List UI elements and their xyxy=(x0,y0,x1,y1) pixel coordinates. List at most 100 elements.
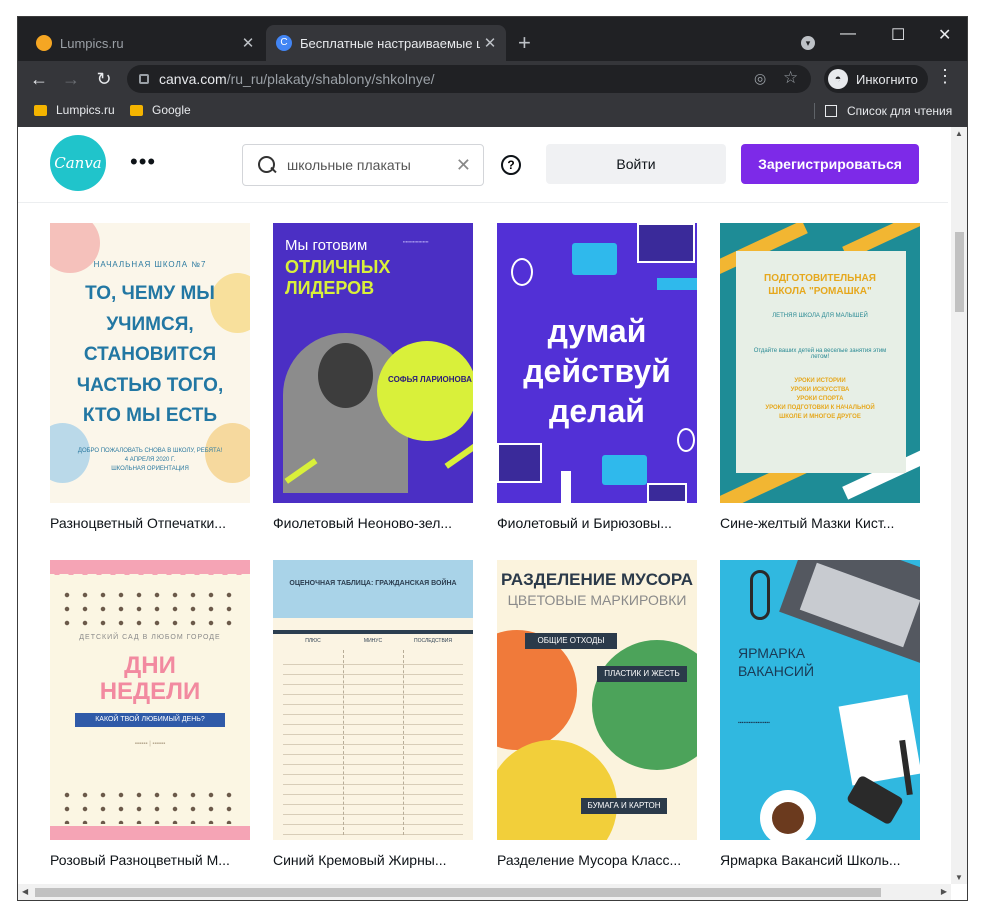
template-title[interactable]: Ярмарка Вакансий Школь... xyxy=(720,852,920,868)
poster-text: ЛЕТНЯЯ ШКОЛА ДЛЯ МАЛЫШЕЙ xyxy=(772,313,868,319)
clear-search-icon[interactable]: ✕ xyxy=(456,155,471,176)
signup-button[interactable]: Зарегистрироваться xyxy=(741,144,919,184)
lightbulb-icon xyxy=(677,428,695,452)
back-icon[interactable]: ← xyxy=(26,66,52,92)
folder-icon xyxy=(34,104,47,116)
tab-canva[interactable]: C Бесплатные настраиваемые ша ✕ xyxy=(266,25,506,61)
template-card[interactable]: ОЦЕНОЧНАЯ ТАБЛИЦА: ГРАЖДАНСКАЯ ВОЙНА ПЛЮ… xyxy=(273,560,473,868)
template-title[interactable]: Сине-желтый Мазки Кист... xyxy=(720,515,920,531)
scroll-left-icon[interactable]: ◀ xyxy=(22,887,28,896)
template-thumbnail[interactable]: НАЧАЛЬНАЯ ШКОЛА №7 ТО, ЧЕМУ МЫ УЧИМСЯ, С… xyxy=(50,223,250,503)
glasses-icon xyxy=(750,570,770,620)
tracking-protection-icon[interactable]: ◎ xyxy=(754,70,766,87)
scroll-down-icon[interactable]: ▼ xyxy=(955,873,963,882)
scrollbar-thumb[interactable] xyxy=(955,232,964,312)
bookmark-google[interactable]: Google xyxy=(130,103,191,117)
maximize-icon[interactable]: ☐ xyxy=(891,25,905,45)
template-title[interactable]: Розовый Разноцветный М... xyxy=(50,852,250,868)
help-icon[interactable]: ? xyxy=(501,155,521,175)
poster-text: ПОДГОТОВИТЕЛЬНАЯ xyxy=(764,273,876,284)
close-window-icon[interactable]: ✕ xyxy=(938,25,951,45)
poster-small-text: ▪▪▪▪▪▪▪▪▪▪▪▪▪▪▪▪▪▪ xyxy=(738,720,770,726)
info-panel xyxy=(736,251,906,473)
poster-text: Мы готовим xyxy=(285,237,368,254)
canva-favicon-icon: C xyxy=(276,35,292,51)
vertical-scrollbar[interactable]: ▲ ▼ xyxy=(951,127,967,884)
url-domain: canva.com xyxy=(159,71,227,87)
confetti-dots xyxy=(58,588,242,628)
minimize-icon[interactable]: — xyxy=(840,25,856,43)
poster-text: действуй xyxy=(523,353,671,389)
bookmarks-bar: Lumpics.ru Google Список для чтения xyxy=(18,97,967,127)
template-title[interactable]: Фиолетовый и Бирюзовы... xyxy=(497,515,697,531)
template-card[interactable]: ДЕТСКИЙ САД В ЛЮБОМ ГОРОДЕ ДНИ НЕДЕЛИ КА… xyxy=(50,560,250,868)
header-band xyxy=(273,560,473,618)
poster-text: ШКОЛА "РОМАШКА" xyxy=(768,286,872,297)
template-title[interactable]: Синий Кремовый Жирны... xyxy=(273,852,473,868)
tab-search-icon[interactable]: ▾ xyxy=(801,36,815,50)
horizontal-scrollbar[interactable]: ◀ ▶ xyxy=(18,884,951,900)
poster-text: БУМАГА И КАРТОН xyxy=(581,798,667,814)
poster-text: УРОКИ ИСКУССТВА xyxy=(790,387,850,393)
close-tab-icon[interactable]: ✕ xyxy=(238,34,258,52)
poster-text: ПОСЛЕДСТВИЯ xyxy=(414,638,452,644)
tab-lumpics[interactable]: Lumpics.ru ✕ xyxy=(26,25,264,61)
chat-bubble-icon xyxy=(602,455,647,485)
reload-icon[interactable]: ↻ xyxy=(91,66,117,92)
browser-toolbar: ← → ↻ canva.com /ru_ru/plakaty/shablony/… xyxy=(18,61,967,97)
reading-list[interactable]: Список для чтения xyxy=(814,103,952,119)
bookmark-label: Google xyxy=(152,103,191,117)
close-tab-icon[interactable]: ✕ xyxy=(480,34,500,52)
scroll-up-icon[interactable]: ▲ xyxy=(955,129,963,138)
search-box[interactable]: школьные плакаты ✕ xyxy=(242,144,484,186)
login-button[interactable]: Войти xyxy=(546,144,726,184)
book-icon xyxy=(637,223,695,263)
incognito-label: Инкогнито xyxy=(856,71,918,87)
template-card[interactable]: Мы готовим ОТЛИЧНЫХ ЛИДЕРОВ ▪▪▪▪▪▪▪▪▪▪▪▪… xyxy=(273,223,473,531)
template-title[interactable]: Разделение Мусора Класс... xyxy=(497,852,697,868)
reading-list-label: Список для чтения xyxy=(847,104,953,118)
template-thumbnail[interactable]: РАЗДЕЛЕНИЕ МУСОРА ЦВЕТОВЫЕ МАРКИРОВКИ ОБ… xyxy=(497,560,697,840)
forward-icon[interactable]: → xyxy=(58,66,84,92)
search-icon xyxy=(257,155,277,175)
template-thumbnail[interactable]: ЯРМАРКА ВАКАНСИЙ ▪▪▪▪▪▪▪▪▪▪▪▪▪▪▪▪▪▪ xyxy=(720,560,920,840)
canva-page: Canva ••• школьные плакаты ✕ ? Войти Зар… xyxy=(18,127,951,884)
poster-text: СОФЬЯ ЛАРИОНОВА xyxy=(388,375,472,384)
poster-text: ДНИ xyxy=(124,652,176,679)
address-bar[interactable]: canva.com /ru_ru/plakaty/shablony/shkoln… xyxy=(127,65,811,93)
divider xyxy=(343,650,344,835)
reading-list-icon xyxy=(825,105,837,117)
chat-bubble-icon xyxy=(647,483,687,503)
canva-logo[interactable]: Canva xyxy=(50,135,106,191)
template-card[interactable]: ПОДГОТОВИТЕЛЬНАЯ ШКОЛА "РОМАШКА" ЛЕТНЯЯ … xyxy=(720,223,920,531)
incognito-badge[interactable]: ◓ Инкогнито xyxy=(824,65,928,93)
template-card[interactable]: думай действуй делай Фиолетовый и Бирюзо… xyxy=(497,223,697,531)
more-options-icon[interactable]: ••• xyxy=(130,149,156,175)
poster-text: ЦВЕТОВЫЕ МАРКИРОВКИ xyxy=(507,592,687,608)
template-title[interactable]: Фиолетовый Неоново-зел... xyxy=(273,515,473,531)
bookmark-label: Lumpics.ru xyxy=(56,103,115,117)
template-thumbnail[interactable]: думай действуй делай xyxy=(497,223,697,503)
template-card[interactable]: ЯРМАРКА ВАКАНСИЙ ▪▪▪▪▪▪▪▪▪▪▪▪▪▪▪▪▪▪ Ярма… xyxy=(720,560,920,868)
bookmark-star-icon[interactable]: ☆ xyxy=(783,68,798,88)
template-thumbnail[interactable]: Мы готовим ОТЛИЧНЫХ ЛИДЕРОВ ▪▪▪▪▪▪▪▪▪▪▪▪… xyxy=(273,223,473,503)
new-tab-icon[interactable]: + xyxy=(518,29,531,57)
poster-text: ОБЩИЕ ОТХОДЫ xyxy=(525,633,617,649)
template-thumbnail[interactable]: ПОДГОТОВИТЕЛЬНАЯ ШКОЛА "РОМАШКА" ЛЕТНЯЯ … xyxy=(720,223,920,503)
template-card[interactable]: РАЗДЕЛЕНИЕ МУСОРА ЦВЕТОВЫЕ МАРКИРОВКИ ОБ… xyxy=(497,560,697,868)
template-thumbnail[interactable]: ОЦЕНОЧНАЯ ТАБЛИЦА: ГРАЖДАНСКАЯ ВОЙНА ПЛЮ… xyxy=(273,560,473,840)
template-title[interactable]: Разноцветный Отпечатки... xyxy=(50,515,250,531)
divider xyxy=(273,630,473,634)
lock-icon xyxy=(139,74,149,84)
scroll-right-icon[interactable]: ▶ xyxy=(941,887,947,896)
browser-menu-icon[interactable]: ⋮ xyxy=(936,66,954,87)
green-circle xyxy=(592,640,697,770)
lined-table xyxy=(283,655,463,835)
template-thumbnail[interactable]: ДЕТСКИЙ САД В ЛЮБОМ ГОРОДЕ ДНИ НЕДЕЛИ КА… xyxy=(50,560,250,840)
scrollbar-thumb[interactable] xyxy=(35,888,881,897)
bookmark-lumpics[interactable]: Lumpics.ru xyxy=(34,103,115,117)
template-card[interactable]: НАЧАЛЬНАЯ ШКОЛА №7 ТО, ЧЕМУ МЫ УЧИМСЯ, С… xyxy=(50,223,250,531)
search-input[interactable]: школьные плакаты xyxy=(287,157,411,173)
ruler-icon xyxy=(657,278,697,290)
incognito-icon: ◓ xyxy=(828,69,848,89)
